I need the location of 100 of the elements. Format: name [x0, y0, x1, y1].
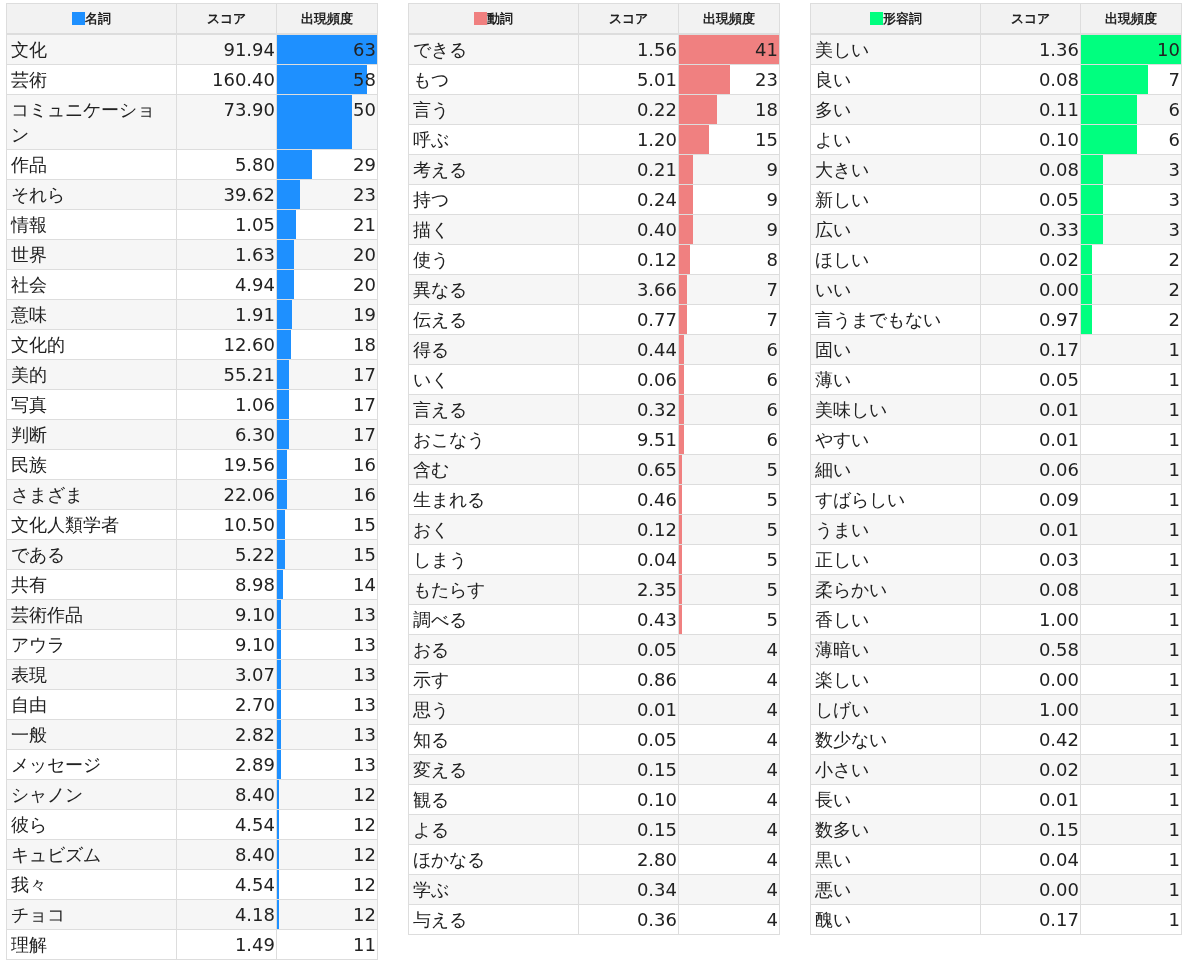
frequency-value: 15 [352, 543, 377, 567]
word-cell: 含む [409, 455, 579, 484]
word-cell: アウラ [7, 630, 177, 659]
frequency-value: 13 [352, 693, 377, 717]
word-cell: 細い [811, 455, 981, 484]
frequency-value: 1 [1167, 698, 1181, 722]
frequency-value: 3 [1167, 158, 1181, 182]
word-cell: 言える [409, 395, 579, 424]
frequency-value: 1 [1167, 758, 1181, 782]
frequency-value: 6 [765, 398, 779, 422]
frequency-value: 1 [1167, 908, 1181, 932]
word-cell: いい [811, 275, 981, 304]
word-cell: 小さい [811, 755, 981, 784]
word-cell: ほかなる [409, 845, 579, 874]
frequency-value: 1 [1167, 428, 1181, 452]
word-cell: 黒い [811, 845, 981, 874]
frequency-value: 4 [765, 638, 779, 662]
frequency-value: 5 [765, 458, 779, 482]
word-cell: 文化 [7, 35, 177, 64]
word-cell: 伝える [409, 305, 579, 334]
frequency-value: 4 [765, 848, 779, 872]
frequency-value: 1 [1167, 548, 1181, 572]
word-cell: もたらす [409, 575, 579, 604]
word-cell: よる [409, 815, 579, 844]
frequency-value: 7 [765, 278, 779, 302]
frequency-value: 4 [765, 818, 779, 842]
word-cell: 薄い [811, 365, 981, 394]
word-cell: 調べる [409, 605, 579, 634]
frequency-value: 6 [1167, 98, 1181, 122]
word-cell: 大きい [811, 155, 981, 184]
word-cell: しげい [811, 695, 981, 724]
word-cell: 判断 [7, 420, 177, 449]
word-cell: 考える [409, 155, 579, 184]
word-cell: 美味しい [811, 395, 981, 424]
word-cell: 数多い [811, 815, 981, 844]
frequency-value: 2 [1167, 278, 1181, 302]
frequency-value: 1 [1167, 668, 1181, 692]
word-cell: もつ [409, 65, 579, 94]
frequency-value: 12 [352, 813, 377, 837]
frequency-value: 11 [352, 933, 377, 957]
word-cell: 一般 [7, 720, 177, 749]
word-cell: 醜い [811, 905, 981, 934]
word-cell: 文化人類学者 [7, 510, 177, 539]
word-cell: いく [409, 365, 579, 394]
frequency-value: 18 [754, 98, 779, 122]
frequency-value: 4 [765, 878, 779, 902]
frequency-value: 41 [754, 38, 779, 62]
frequency-value: 8 [765, 248, 779, 272]
frequency-value: 4 [765, 788, 779, 812]
word-cell: 表現 [7, 660, 177, 689]
frequency-value: 2 [1167, 308, 1181, 332]
word-cell: 民族 [7, 450, 177, 479]
frequency-value: 13 [352, 663, 377, 687]
word-cell: 意味 [7, 300, 177, 329]
frequency-value: 6 [765, 428, 779, 452]
word-cell: 情報 [7, 210, 177, 239]
word-cell: おく [409, 515, 579, 544]
frequency-value: 1 [1167, 878, 1181, 902]
word-cell: よい [811, 125, 981, 154]
word-cell: 異なる [409, 275, 579, 304]
word-cell: 思う [409, 695, 579, 724]
frequency-value: 50 [352, 98, 377, 122]
word-cell: 美的 [7, 360, 177, 389]
word-cell: 多い [811, 95, 981, 124]
word-cell: ほしい [811, 245, 981, 274]
frequency-value: 20 [352, 243, 377, 267]
frequency-value: 6 [765, 338, 779, 362]
frequency-value: 17 [352, 363, 377, 387]
column-header: 出現頻度 [703, 10, 755, 28]
word-cell: 数少ない [811, 725, 981, 754]
word-cell: 香しい [811, 605, 981, 634]
word-cell: すばらしい [811, 485, 981, 514]
word-cell: 呼ぶ [409, 125, 579, 154]
word-cell: 広い [811, 215, 981, 244]
word-cell: 楽しい [811, 665, 981, 694]
frequency-value: 4 [765, 698, 779, 722]
word-cell: 言う [409, 95, 579, 124]
frequency-value: 3 [1167, 218, 1181, 242]
frequency-value: 7 [765, 308, 779, 332]
frequency-value: 13 [352, 723, 377, 747]
word-cell: 良い [811, 65, 981, 94]
word-cell: 芸術作品 [7, 600, 177, 629]
frequency-value: 16 [352, 453, 377, 477]
word-cell: おる [409, 635, 579, 664]
frequency-value: 23 [352, 183, 377, 207]
frequency-value: 1 [1167, 818, 1181, 842]
frequency-value: 6 [1167, 128, 1181, 152]
word-cell: 知る [409, 725, 579, 754]
frequency-value: 9 [765, 158, 779, 182]
word-cell: 固い [811, 335, 981, 364]
word-cell: 作品 [7, 150, 177, 179]
word-cell: 芸術 [7, 65, 177, 94]
frequency-value: 1 [1167, 788, 1181, 812]
frequency-value: 1 [1167, 488, 1181, 512]
word-cell: 生まれる [409, 485, 579, 514]
word-cell: できる [409, 35, 579, 64]
frequency-value: 7 [1167, 68, 1181, 92]
frequency-value: 1 [1167, 728, 1181, 752]
word-cell: さまざま [7, 480, 177, 509]
column-header: スコア [1011, 10, 1050, 28]
